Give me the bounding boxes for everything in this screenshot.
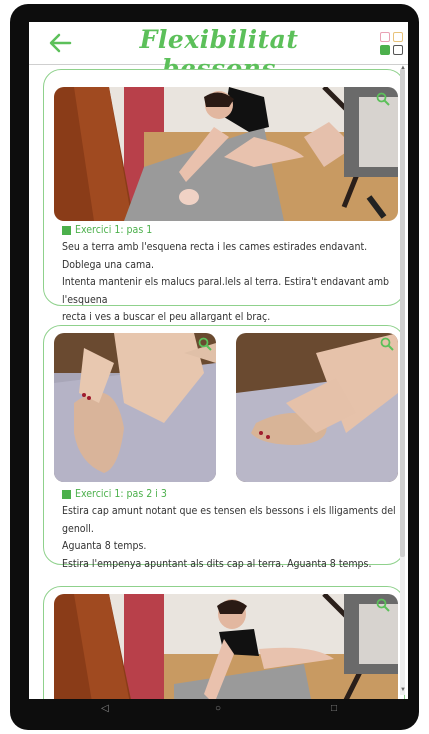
system-nav-bar: ◁ ○ □ (29, 699, 408, 721)
exercise-title-text: Exercici 1: pas 1 (75, 224, 153, 236)
exercise-photo[interactable] (54, 594, 398, 699)
exercise-photo[interactable] (54, 333, 216, 482)
nav-home-icon[interactable]: ○ (215, 703, 221, 714)
exercise-card: Exercici 1: pas 2 i 3 Estira cap amunt n… (43, 325, 405, 570)
description-line: Intenta mantenir els malucs paral.lels a… (62, 276, 390, 306)
nav-back-icon[interactable]: ◁ (101, 703, 109, 714)
zoom-icon[interactable] (198, 337, 212, 351)
description-line: Seu a terra amb l'esquena recta i les ca… (62, 241, 368, 271)
description-line: Aguanta 8 temps. (62, 540, 147, 552)
zoom-icon[interactable] (376, 92, 390, 106)
zoom-icon[interactable] (380, 337, 394, 351)
exercise-title: Exercici 1: pas 1 (62, 224, 402, 236)
description-line: recta i ves a buscar el peu allargant el… (62, 311, 271, 323)
back-arrow-icon[interactable] (48, 32, 72, 54)
exercise-title-text: Exercici 1: pas 2 i 3 (75, 488, 167, 500)
description-line: Estira l'empenya apuntant als dits cap a… (62, 557, 372, 570)
zoom-icon[interactable] (376, 598, 390, 612)
grid-menu-icon[interactable] (380, 32, 406, 58)
app-screen: Flexibilitat bessons (29, 22, 408, 699)
exercise-card (43, 586, 405, 699)
scrollbar-thumb[interactable] (400, 69, 405, 557)
exercise-caption: Exercici 1: pas 1 Seu a terra amb l'esqu… (62, 224, 402, 327)
green-square-icon (62, 489, 71, 499)
exercise-caption: Exercici 1: pas 2 i 3 Estira cap amunt n… (62, 488, 402, 573)
exercise-photo[interactable] (236, 333, 398, 482)
app-bar: Flexibilitat bessons (29, 22, 408, 83)
description-line: Estira cap amunt notant que es tensen el… (62, 505, 396, 535)
exercise-list[interactable]: Exercici 1: pas 1 Seu a terra amb l'esqu… (29, 65, 408, 699)
exercise-card: Exercici 1: pas 1 Seu a terra amb l'esqu… (43, 69, 405, 323)
exercise-description: Estira cap amunt notant que es tensen el… (62, 503, 402, 573)
exercise-description: Seu a terra amb l'esquena recta i les ca… (62, 239, 402, 327)
nav-recent-icon[interactable]: □ (331, 703, 337, 714)
green-square-icon (62, 225, 71, 235)
scroll-up-arrow-icon[interactable]: ▲ (400, 65, 406, 71)
exercise-photo[interactable] (54, 87, 398, 221)
exercise-title: Exercici 1: pas 2 i 3 (62, 488, 402, 500)
scroll-down-arrow-icon[interactable]: ▼ (400, 687, 406, 693)
